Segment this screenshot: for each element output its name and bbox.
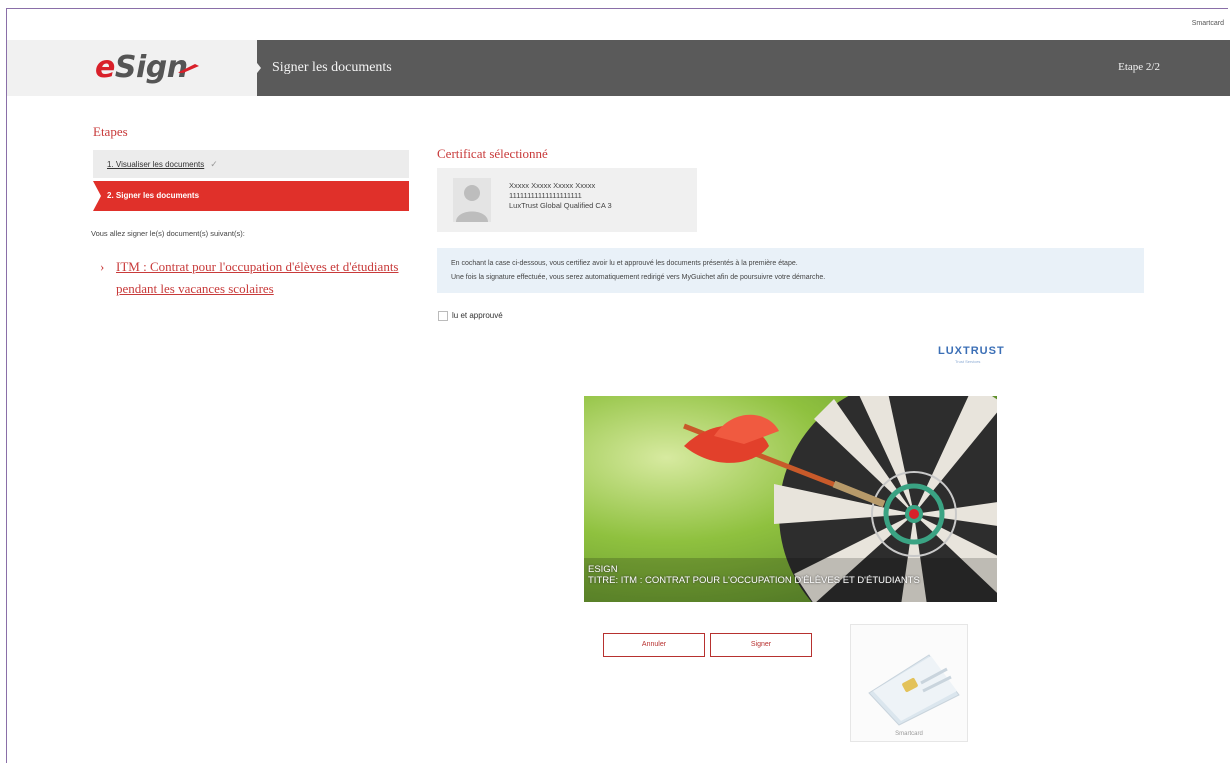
document-preview-image: ESIGN TITRE: ITM : CONTRAT POUR L'OCCUPA… (584, 396, 997, 602)
header: eSign Signer les documents Etape 2/2 (7, 40, 1230, 96)
smartcard-option[interactable]: Smartcard (850, 624, 968, 742)
esign-logo[interactable]: eSign (95, 50, 188, 85)
preview-caption: ESIGN TITRE: ITM : CONTRAT POUR L'OCCUPA… (588, 564, 920, 586)
user-label[interactable]: Smartcard (1192, 20, 1224, 27)
smartcard-label: Smartcard (895, 731, 923, 737)
luxtrust-logo: LUXTRUST (938, 345, 1005, 357)
info-line: Une fois la signature effectuée, vous se… (451, 274, 826, 281)
agree-checkbox[interactable]: lu et approuvé (438, 311, 503, 321)
chevron-right-icon: › (100, 259, 105, 274)
luxtrust-tagline: Trust Services (955, 359, 981, 364)
sign-button[interactable]: Signer (710, 633, 812, 657)
certificate-card: Xxxxx Xxxxx Xxxxx Xxxxx 1111111111111111… (437, 168, 697, 232)
documents-intro: Vous allez signer le(s) document(s) suiv… (91, 229, 245, 238)
header-title: Signer les documents (272, 60, 392, 75)
step-label: 1. Visualiser les documents (107, 160, 205, 169)
check-icon: ✓ (210, 159, 218, 169)
info-box: En cochant la case ci-dessous, vous cert… (437, 248, 1144, 293)
steps-title: Etapes (93, 124, 128, 139)
info-line: En cochant la case ci-dessous, vous cert… (451, 260, 798, 267)
checkbox[interactable] (438, 311, 448, 321)
step-view-documents[interactable]: 1. Visualiser les documents ✓ (93, 150, 409, 178)
certificate-issuer: LuxTrust Global Qualified CA 3 (509, 201, 612, 210)
logo-e: e (95, 50, 115, 85)
step-sign-documents: 2. Signer les documents (93, 181, 409, 211)
step-label: 2. Signer les documents (107, 191, 200, 200)
step-arrow (93, 181, 101, 211)
cancel-button[interactable]: Annuler (603, 633, 705, 657)
preview-caption-subtitle: TITRE: ITM : CONTRAT POUR L'OCCUPATION D… (588, 575, 920, 586)
preview-caption-title: ESIGN (588, 564, 618, 575)
certificate-title: Certificat sélectionné (437, 146, 548, 161)
certificate-details: Xxxxx Xxxxx Xxxxx Xxxxx 1111111111111111… (509, 181, 612, 211)
logo-tab (239, 40, 261, 96)
document-link[interactable]: ITM : Contrat pour l'occupation d'élèves… (116, 256, 401, 300)
smartcard-icon (868, 654, 960, 726)
pen-icon (178, 64, 199, 73)
certificate-serial: 11111111111111111111 (509, 191, 582, 200)
dartboard-illustration: ESIGN TITRE: ITM : CONTRAT POUR L'OCCUPA… (584, 396, 997, 602)
agree-label: lu et approuvé (452, 311, 503, 321)
step-indicator: Etape 2/2 (1118, 61, 1160, 73)
certificate-holder: Xxxxx Xxxxx Xxxxx Xxxxx (509, 181, 596, 190)
avatar-icon (453, 178, 491, 222)
